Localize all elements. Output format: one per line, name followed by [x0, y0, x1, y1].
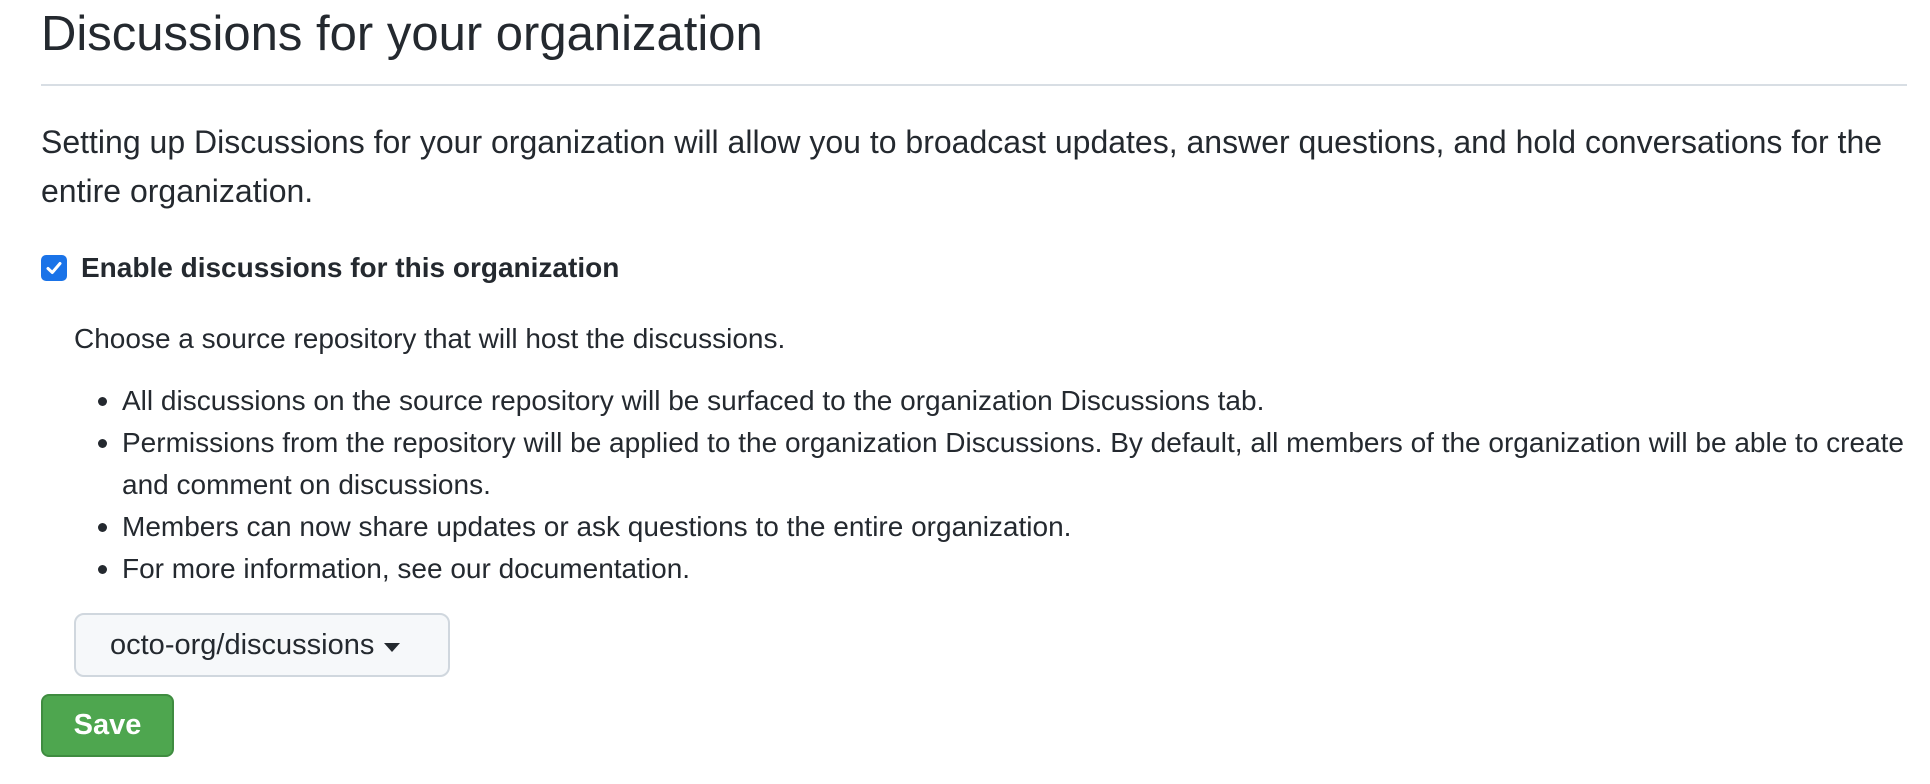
list-item-text: Members can now share updates or ask que… [122, 511, 1072, 542]
list-item-text: All discussions on the source repository… [122, 385, 1265, 416]
list-item: Permissions from the repository will be … [74, 422, 1907, 506]
save-button[interactable]: Save [41, 694, 174, 757]
bullet-icon [98, 397, 107, 406]
intro-text: Setting up Discussions for your organiza… [41, 124, 1883, 209]
checkmark-icon [46, 262, 62, 274]
repository-select-button[interactable]: octo-org/discussions [74, 613, 450, 677]
enable-discussions-checkbox[interactable] [41, 255, 67, 281]
enable-discussions-row[interactable]: Enable discussions for this organization [41, 250, 619, 286]
info-list: All discussions on the source repository… [74, 380, 1907, 590]
caret-down-icon [384, 642, 401, 652]
list-item-text: For more information, see our documentat… [122, 553, 691, 584]
list-item: For more information, see our documentat… [74, 548, 1907, 590]
source-repository-section: Choose a source repository that will hos… [74, 318, 1907, 590]
enable-discussions-label[interactable]: Enable discussions for this organization [81, 252, 619, 284]
page-title: Discussions for your organization [41, 7, 763, 61]
source-repo-prompt: Choose a source repository that will hos… [74, 323, 786, 354]
bullet-icon [98, 439, 107, 448]
bullet-icon [98, 565, 107, 574]
bullet-icon [98, 523, 107, 532]
repository-select-value: octo-org/discussions [110, 628, 375, 661]
list-item: Members can now share updates or ask que… [74, 506, 1907, 548]
title-divider [41, 84, 1907, 86]
discussions-settings-page: Discussions for your organization Settin… [0, 0, 1930, 784]
list-item: All discussions on the source repository… [74, 380, 1907, 422]
list-item-text: Permissions from the repository will be … [122, 427, 1904, 500]
